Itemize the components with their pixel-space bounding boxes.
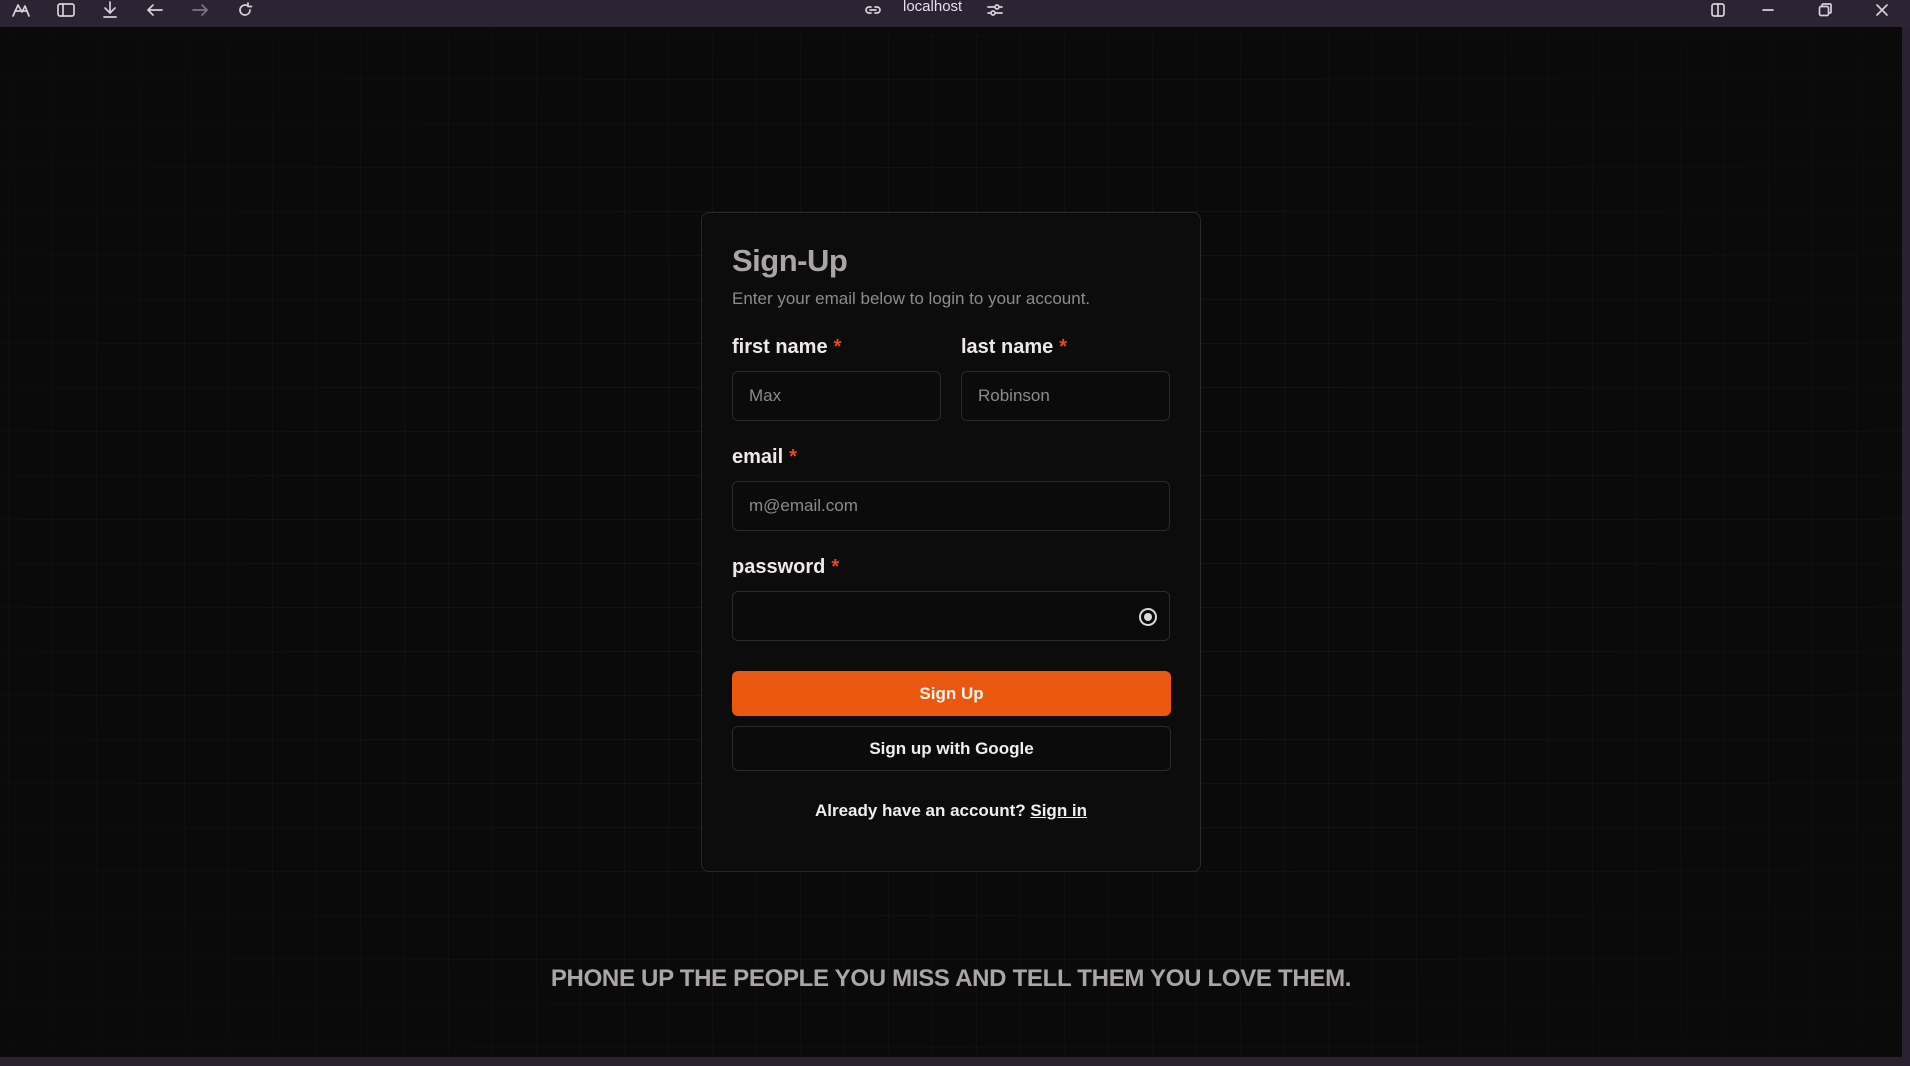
email-group: email * m@email.com — [732, 446, 1170, 531]
minimize-icon[interactable] — [1753, 0, 1783, 20]
site-settings-icon[interactable] — [980, 0, 1010, 20]
first-name-label-text: first name — [732, 336, 828, 358]
back-icon[interactable] — [140, 0, 170, 20]
required-mark: * — [833, 336, 842, 358]
required-mark: * — [789, 446, 797, 468]
email-placeholder: m@email.com — [749, 496, 858, 515]
page-subtitle: Enter your email below to login to your … — [732, 289, 1091, 308]
address-bar-url[interactable]: localhost — [903, 0, 962, 16]
email-label-text: email — [732, 446, 784, 468]
required-mark: * — [831, 556, 840, 578]
email-label: email * — [732, 446, 1170, 469]
last-name-label: last name * — [961, 336, 1170, 359]
show-password-icon[interactable] — [1139, 608, 1157, 626]
last-name-label-text: last name — [961, 336, 1054, 358]
email-input[interactable]: m@email.com — [732, 481, 1170, 531]
name-row: first name * Max last name * Robinson — [732, 336, 1170, 421]
first-name-input[interactable]: Max — [732, 371, 941, 421]
browser-toolbar: localhost — [0, 0, 1910, 27]
app-logo-icon[interactable] — [6, 0, 36, 20]
google-sign-up-button[interactable]: Sign up with Google — [732, 726, 1171, 771]
password-label-text: password — [732, 556, 826, 578]
sidebar-icon[interactable] — [51, 0, 81, 20]
link-icon — [858, 0, 888, 20]
sign-in-link[interactable]: Sign in — [1030, 801, 1087, 820]
first-name-group: first name * Max — [732, 336, 941, 421]
page-title: Sign-Up — [732, 243, 848, 278]
signin-prompt: Already have an account? Sign in — [732, 801, 1170, 821]
first-name-placeholder: Max — [749, 386, 782, 405]
close-icon[interactable] — [1867, 0, 1897, 20]
page-viewport: Sign-Up Enter your email below to login … — [0, 27, 1902, 1057]
required-mark: * — [1059, 336, 1068, 358]
signin-prompt-text: Already have an account? — [814, 801, 1026, 820]
last-name-input[interactable]: Robinson — [961, 371, 1170, 421]
split-view-icon[interactable] — [1703, 0, 1733, 20]
sign-up-button[interactable]: Sign Up — [732, 671, 1171, 716]
reload-icon[interactable] — [230, 0, 260, 20]
first-name-label: first name * — [732, 336, 941, 359]
last-name-group: last name * Robinson — [961, 336, 1170, 421]
password-label: password * — [732, 556, 1170, 579]
restore-icon[interactable] — [1810, 0, 1840, 20]
tagline: PHONE UP THE PEOPLE YOU MISS AND TELL TH… — [550, 965, 1352, 992]
last-name-placeholder: Robinson — [978, 386, 1050, 405]
download-icon[interactable] — [95, 0, 125, 20]
forward-icon[interactable] — [185, 0, 215, 20]
signup-card: Sign-Up Enter your email below to login … — [701, 212, 1201, 872]
password-input[interactable] — [732, 591, 1170, 641]
password-group: password * — [732, 556, 1170, 641]
